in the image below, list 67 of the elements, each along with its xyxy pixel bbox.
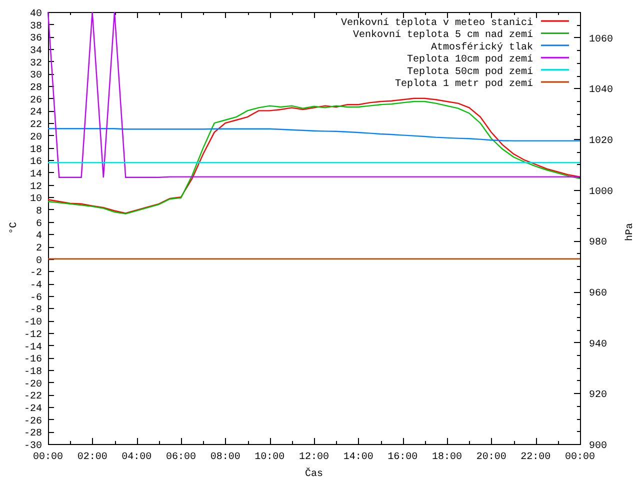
axis-tick-label: 1000: [589, 186, 614, 198]
axis-tick-label: 960: [589, 288, 608, 300]
axis-tick-label: -12: [24, 330, 42, 341]
axis-tick-label: 34: [30, 46, 42, 58]
axis-tick-label: 8: [36, 206, 42, 218]
axis-tick-label: 40: [30, 9, 42, 20]
axis-tick-label: 30: [30, 70, 42, 82]
axis-tick-label: 18: [30, 144, 42, 156]
axis-tick-label: 16: [30, 157, 42, 168]
axis-tick-label: 900: [589, 441, 608, 452]
axis-tick-label: 06:00: [166, 452, 196, 463]
legend-label: Teplota 50cm pod zemí: [406, 66, 533, 78]
legend-label: Atmosférický tlak: [430, 42, 533, 54]
axis-tick-label: 16:00: [388, 452, 418, 463]
axis-tick-label: 28: [30, 83, 42, 94]
axis-tick-label: -26: [24, 416, 42, 428]
axis-tick-label: 10: [30, 194, 42, 206]
axis-tick-label: 920: [589, 390, 608, 402]
axis-tick-label: 22:00: [520, 452, 551, 463]
axis-tick-label: 1040: [589, 85, 614, 96]
axis-tick-label: 22: [30, 120, 42, 132]
axis-tick-label: -28: [24, 428, 42, 440]
axis-tick-label: -6: [30, 292, 42, 304]
axis-tick-label: 08:00: [210, 452, 240, 463]
axis-tick-label: -24: [24, 404, 42, 415]
axis-tick-label: 4: [36, 231, 42, 242]
axis-tick-label: 00:00: [33, 452, 63, 463]
axis-tick-label: 2: [36, 244, 42, 255]
axis-tick-label: 04:00: [122, 452, 152, 463]
legend-label: Teplota 10cm pod zemí: [406, 54, 533, 66]
axis-tick-label: 10:00: [254, 452, 285, 463]
axis-tick-label: -10: [24, 318, 42, 329]
axis-tick-label: 02:00: [77, 452, 108, 463]
axis-tick-label: 940: [589, 339, 608, 350]
axis-tick-label: -16: [24, 354, 42, 366]
axis-tick-label: -30: [24, 441, 42, 452]
axis-tick-label: 14:00: [343, 452, 374, 463]
axis-tick-label: -22: [24, 392, 42, 403]
axis-tick-label: -2: [30, 268, 42, 280]
axis-title: hPa: [625, 223, 636, 241]
axis-tick-label: 12: [30, 182, 42, 193]
axis-tick-label: -4: [30, 280, 42, 292]
axis-tick-label: -8: [30, 305, 42, 316]
legend-label: Venkovní teplota 5 cm nad zemí: [352, 30, 533, 42]
axis-tick-label: 20: [30, 132, 42, 144]
axis-tick-label: 6: [36, 218, 42, 230]
legend-label: Teplota 1 metr pod zemí: [394, 79, 533, 90]
axis-tick-label: 36: [30, 34, 42, 45]
axis-tick-label: -20: [24, 379, 42, 390]
axis-tick-label: 20:00: [476, 452, 506, 463]
axis-tick-label: 24: [30, 108, 42, 119]
axis-tick-label: 38: [30, 21, 42, 32]
axis-tick-label: 1060: [589, 34, 614, 46]
axis-tick-label: 14: [30, 169, 42, 180]
legend-label: Venkovní teplota v meteo stanici: [340, 18, 533, 29]
axis-tick-label: 980: [589, 238, 608, 249]
axis-tick-label: 18:00: [432, 452, 462, 463]
axis-tick-label: 26: [30, 95, 42, 106]
axis-title: °C: [9, 222, 20, 234]
axis-tick-label: 12:00: [299, 452, 329, 463]
axis-tick-label: 0: [36, 256, 42, 267]
axis-title: Čas: [305, 469, 323, 480]
axis-tick-label: 32: [30, 58, 42, 70]
axis-tick-label: -14: [24, 342, 42, 354]
axis-tick-label: 1020: [589, 136, 614, 148]
axis-tick-label: 00:00: [565, 452, 595, 463]
axis-tick-label: -18: [24, 366, 42, 378]
